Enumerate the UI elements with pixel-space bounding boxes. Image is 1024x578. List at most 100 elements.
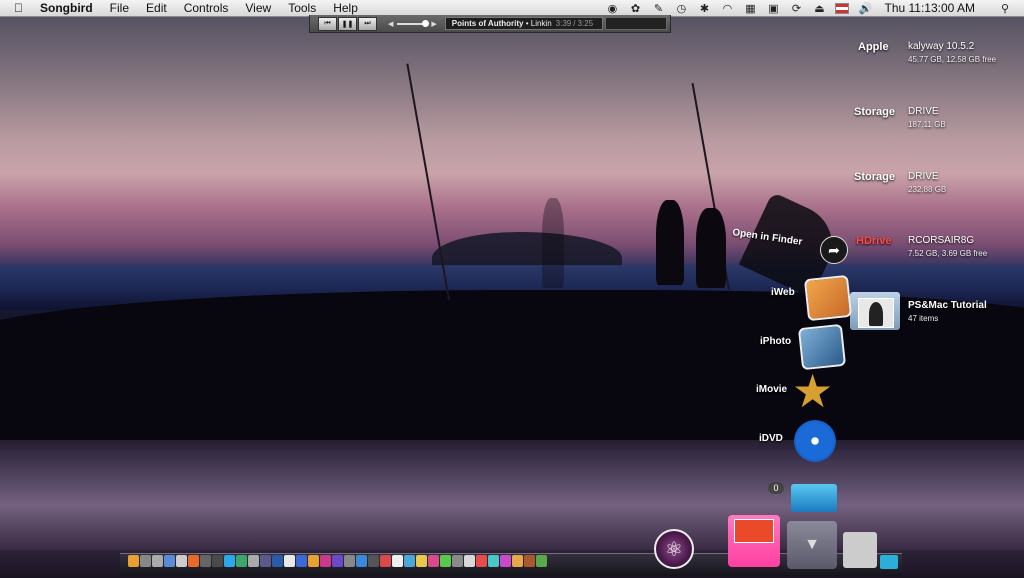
volume-high-icon: ▶ bbox=[431, 20, 437, 28]
drive-name[interactable]: kalyway 10.5.2 bbox=[908, 41, 974, 52]
folder-info: 47 items bbox=[908, 314, 939, 323]
iphoto-icon[interactable] bbox=[797, 323, 847, 371]
menu-tools[interactable]: Tools bbox=[288, 1, 316, 15]
pink-downloads-icon[interactable] bbox=[728, 515, 780, 567]
illustrator-icon[interactable] bbox=[308, 555, 319, 567]
game-icon[interactable] bbox=[843, 532, 877, 568]
drive-label: Apple bbox=[858, 41, 889, 53]
app-icon[interactable] bbox=[284, 555, 295, 567]
script-icon[interactable]: ✎ bbox=[651, 2, 665, 15]
app-icon[interactable] bbox=[416, 555, 427, 567]
app-icon[interactable] bbox=[260, 555, 271, 567]
bluetooth-icon[interactable]: ✱ bbox=[697, 2, 711, 15]
dashboard-icon[interactable] bbox=[140, 555, 151, 567]
app-icon[interactable] bbox=[272, 555, 283, 567]
app-icon[interactable] bbox=[392, 555, 403, 567]
spaces-icon[interactable]: ▦ bbox=[743, 2, 757, 15]
safari-icon[interactable] bbox=[164, 555, 175, 567]
idvd-disc-icon[interactable] bbox=[794, 420, 836, 462]
app-icon[interactable] bbox=[212, 555, 223, 567]
app-icon[interactable] bbox=[440, 555, 451, 567]
imovie-star-icon[interactable]: ★ bbox=[792, 368, 833, 414]
seek-bar[interactable] bbox=[604, 17, 667, 30]
flag-icon[interactable] bbox=[835, 2, 850, 14]
songbird-mini-player: ⏮ ❚❚ ⏭ ◀ ▶ Points of Authority • Linkin … bbox=[309, 15, 671, 33]
app-icon[interactable] bbox=[368, 555, 379, 567]
app-icon[interactable] bbox=[452, 555, 463, 567]
dock-icons bbox=[128, 555, 547, 567]
drive-label: Storage bbox=[854, 106, 895, 118]
display-icon[interactable]: ▣ bbox=[766, 2, 780, 15]
drive-label: Storage bbox=[854, 171, 895, 183]
app-icon[interactable] bbox=[488, 555, 499, 567]
drive-info: 45.77 GB, 12.58 GB free bbox=[908, 55, 997, 64]
stack-item-label: iPhoto bbox=[760, 336, 792, 347]
app-icon[interactable] bbox=[512, 555, 523, 567]
trash-icon[interactable] bbox=[880, 555, 898, 569]
wifi-icon[interactable]: ◠ bbox=[720, 2, 734, 15]
menu-edit[interactable]: Edit bbox=[146, 1, 167, 15]
iweb-icon[interactable] bbox=[803, 274, 853, 322]
indesign-icon[interactable] bbox=[320, 555, 331, 567]
track-time-total: 3:25 bbox=[577, 19, 594, 28]
apple-menu-icon[interactable]:  bbox=[14, 1, 28, 15]
app-icon[interactable] bbox=[224, 555, 235, 567]
volume-slider[interactable]: ◀ ▶ bbox=[388, 19, 437, 28]
paw-icon[interactable]: ✿ bbox=[628, 2, 642, 15]
eject-icon[interactable]: ⏏ bbox=[812, 2, 826, 15]
badge-count: 0 bbox=[768, 482, 784, 494]
spotlight-icon[interactable]: ⚲ bbox=[998, 2, 1012, 15]
firefox-icon[interactable] bbox=[188, 555, 199, 567]
drive-info: 7.52 GB, 3.69 GB free bbox=[908, 249, 988, 258]
menu-app-name[interactable]: Songbird bbox=[40, 1, 93, 15]
app-icon[interactable] bbox=[464, 555, 475, 567]
app-icon[interactable] bbox=[344, 555, 355, 567]
quicksilver-icon[interactable]: ◉ bbox=[605, 2, 619, 15]
next-icon[interactable]: ⏭ bbox=[358, 16, 377, 31]
wallpaper-island bbox=[432, 232, 622, 266]
app-icon[interactable] bbox=[200, 555, 211, 567]
chrome-icon[interactable] bbox=[176, 555, 187, 567]
menu-controls[interactable]: Controls bbox=[184, 1, 229, 15]
sync-icon[interactable]: ⟳ bbox=[789, 2, 803, 15]
pause-icon[interactable]: ❚❚ bbox=[338, 16, 357, 31]
menu-file[interactable]: File bbox=[110, 1, 129, 15]
app-icon[interactable] bbox=[248, 555, 259, 567]
app-icon[interactable] bbox=[428, 555, 439, 567]
app-icon[interactable] bbox=[380, 555, 391, 567]
app-icon[interactable] bbox=[524, 555, 535, 567]
track-time-elapsed: 3:39 bbox=[555, 19, 572, 28]
drive-name[interactable]: DRIVE bbox=[908, 171, 939, 182]
folder-icon[interactable] bbox=[850, 292, 900, 330]
desktop-wallpaper bbox=[0, 0, 1024, 578]
stack-item-label: iDVD bbox=[759, 433, 783, 444]
stack-arrow-icon[interactable]: ▼ bbox=[787, 521, 837, 569]
app-icon[interactable] bbox=[236, 555, 247, 567]
drive-name[interactable]: DRIVE bbox=[908, 106, 939, 117]
finder-icon[interactable] bbox=[128, 555, 139, 567]
app-icon[interactable] bbox=[404, 555, 415, 567]
blue-folder-icon[interactable] bbox=[791, 484, 837, 512]
folder-thumbnail bbox=[858, 298, 894, 328]
menu-help[interactable]: Help bbox=[333, 1, 358, 15]
volume-icon[interactable]: 🔊 bbox=[858, 2, 873, 15]
app-icon[interactable] bbox=[356, 555, 367, 567]
menu-view[interactable]: View bbox=[245, 1, 271, 15]
app-icon[interactable] bbox=[500, 555, 511, 567]
photoshop-icon[interactable] bbox=[296, 555, 307, 567]
folder-name[interactable]: PS&Mac Tutorial bbox=[908, 300, 987, 311]
menu-clock[interactable]: Thu 11:13:00 AM bbox=[884, 1, 975, 15]
center-circle-icon[interactable]: ⚛ bbox=[654, 529, 694, 569]
drive-info: 187.11 GB bbox=[908, 120, 946, 129]
open-in-finder-arrow-icon[interactable]: ➦ bbox=[820, 236, 848, 264]
mail-icon[interactable] bbox=[152, 555, 163, 567]
time-machine-icon[interactable]: ◷ bbox=[674, 2, 688, 15]
status-area: ◉ ✿ ✎ ◷ ✱ ◠ ▦ ▣ ⟳ ⏏ 🔊 Thu 11:13:00 AM ⚲ bbox=[596, 0, 1024, 16]
previous-icon[interactable]: ⏮ bbox=[318, 16, 337, 31]
drive-name[interactable]: RCORSAIR8G bbox=[908, 235, 974, 246]
track-artist: • Linkin bbox=[525, 19, 552, 28]
now-playing-display: Points of Authority • Linkin 3:39 / 3:25 bbox=[444, 17, 603, 30]
app-icon[interactable] bbox=[536, 555, 547, 567]
premiere-icon[interactable] bbox=[332, 555, 343, 567]
app-icon[interactable] bbox=[476, 555, 487, 567]
